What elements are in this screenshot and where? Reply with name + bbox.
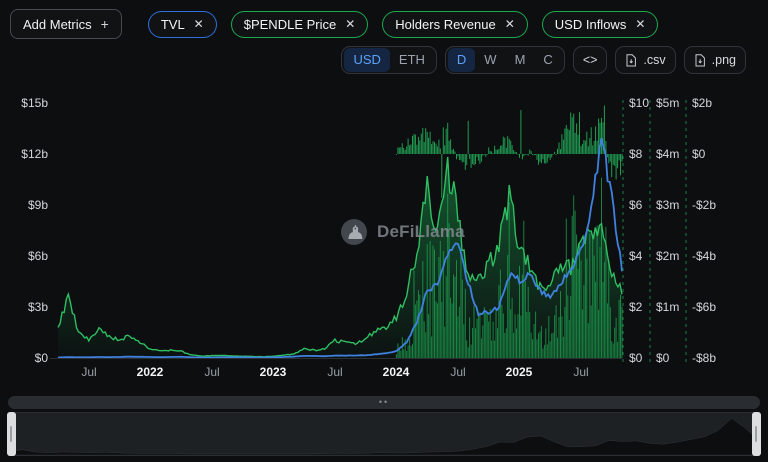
svg-text:$10: $10 [629,96,649,110]
currency-eth-button[interactable]: ETH [390,48,434,72]
metric-chip-pendle-price[interactable]: $PENDLE Price ✕ [231,11,369,38]
svg-text:-$4b: -$4b [692,249,716,263]
chip-close-icon[interactable]: ✕ [194,18,204,30]
svg-text:Jul: Jul [204,365,219,379]
interval-d-button[interactable]: D [448,48,475,72]
chart-zoom-scrollbar[interactable]: •• [8,396,760,409]
svg-text:$9b: $9b [28,198,48,212]
add-metrics-label: Add Metrics [23,17,92,32]
svg-text:$5m: $5m [656,96,679,110]
embed-code-icon: <> [583,53,598,67]
svg-text:$3m: $3m [656,198,679,212]
download-file-icon [694,54,706,67]
svg-text:-$6b: -$6b [692,300,716,314]
chart-zoom-brush[interactable] [8,412,760,456]
secondary-axis-lines [623,100,686,364]
metric-chip-usd-inflows[interactable]: USD Inflows ✕ [542,11,659,38]
interval-selector: D W M C [445,46,565,74]
svg-text:$4: $4 [629,249,643,263]
add-metrics-button[interactable]: Add Metrics + [10,9,122,39]
svg-text:$4m: $4m [656,147,679,161]
svg-text:$2: $2 [629,300,643,314]
svg-text:$6b: $6b [28,249,48,263]
download-csv-button[interactable]: .csv [615,46,675,74]
svg-text:2024: 2024 [383,365,410,379]
brush-minimap [9,413,759,455]
csv-label: .csv [643,53,665,67]
chip-label: $PENDLE Price [244,17,336,32]
svg-text:$8: $8 [629,147,643,161]
svg-text:$15b: $15b [21,96,48,110]
svg-text:$2m: $2m [656,249,679,263]
embed-button[interactable]: <> [573,46,608,74]
chip-label: Holders Revenue [395,17,495,32]
chip-label: USD Inflows [555,17,627,32]
svg-text:$2b: $2b [692,96,712,110]
svg-text:$0: $0 [656,351,670,365]
chart-toolbar: USD ETH D W M C <> .csv .png [341,46,746,74]
svg-text:Jul: Jul [573,365,588,379]
chip-close-icon[interactable]: ✕ [505,18,515,30]
currency-usd-button[interactable]: USD [344,48,389,72]
pendle-price-area [58,157,622,358]
svg-text:2022: 2022 [137,365,164,379]
currency-toggle: USD ETH [341,46,436,74]
svg-text:$0: $0 [692,147,706,161]
chart-area[interactable]: $0 $3b $6b $9b $12b $15b $0 $2 $4 $6 $8 $10 $0 $1m $2m… [0,88,768,390]
svg-text:2025: 2025 [506,365,533,379]
metric-chip-holders-revenue[interactable]: Holders Revenue ✕ [382,11,528,38]
svg-text:$6: $6 [629,198,643,212]
zoom-handle-right[interactable] [752,412,761,456]
metric-chip-list: TVL ✕ $PENDLE Price ✕ Holders Revenue ✕ … [148,11,659,38]
usd-inflows-bars [396,106,623,198]
svg-text:Jul: Jul [81,365,96,379]
interval-m-button[interactable]: M [506,48,535,72]
svg-text:$3b: $3b [28,300,48,314]
metric-chip-tvl[interactable]: TVL ✕ [148,11,217,38]
download-file-icon [625,54,637,67]
metrics-bar: Add Metrics + TVL ✕ $PENDLE Price ✕ Hold… [10,9,762,39]
interval-w-button[interactable]: W [475,48,505,72]
svg-text:$12b: $12b [21,147,48,161]
svg-text:$1m: $1m [656,300,679,314]
y-axis-revenue: $0 $1m $2m $3m $4m $5m [656,96,679,365]
svg-text:2023: 2023 [260,365,287,379]
svg-text:Jul: Jul [327,365,342,379]
download-png-button[interactable]: .png [684,46,746,74]
chip-close-icon[interactable]: ✕ [635,18,645,30]
chart-canvas[interactable]: $0 $3b $6b $9b $12b $15b $0 $2 $4 $6 $8 $10 $0 $1m $2m… [0,88,768,390]
y-axis-tvl: $0 $3b $6b $9b $12b $15b [21,96,48,365]
svg-text:$0: $0 [629,351,643,365]
svg-text:Jul: Jul [450,365,465,379]
zoom-handle-left[interactable] [7,412,16,456]
y-axis-price: $0 $2 $4 $6 $8 $10 [629,96,649,365]
chip-label: TVL [161,17,185,32]
plus-icon: + [101,16,109,32]
interval-c-button[interactable]: C [534,48,561,72]
x-axis: Jul 2022 Jul 2023 Jul 2024 Jul 2025 Jul [81,365,588,379]
svg-text:$0: $0 [35,351,49,365]
svg-text:-$8b: -$8b [692,351,716,365]
svg-text:-$2b: -$2b [692,198,716,212]
png-label: .png [712,53,736,67]
y-axis-inflows: -$8b -$6b -$4b -$2b $0 $2b [692,96,716,365]
chip-close-icon[interactable]: ✕ [345,18,355,30]
